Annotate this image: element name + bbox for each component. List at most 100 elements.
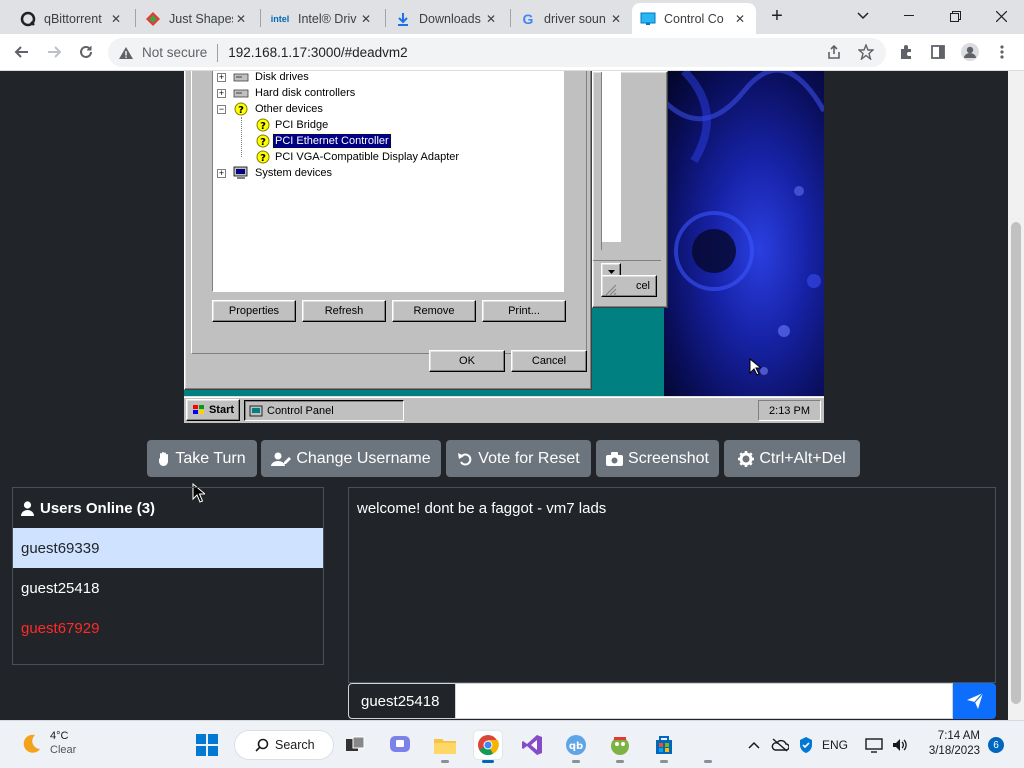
users-header: Users Online (3) [21, 488, 155, 528]
extensions-icon[interactable] [892, 38, 920, 66]
restore-button[interactable] [932, 0, 978, 32]
reload-button[interactable] [72, 38, 100, 66]
intel-icon: intel [270, 13, 290, 24]
tab-downloads[interactable]: Downloads ✕ [387, 3, 507, 34]
new-tab-button[interactable]: + [762, 0, 792, 32]
close-icon[interactable]: ✕ [233, 12, 249, 26]
tab-title: qBittorrent [44, 11, 102, 26]
print-button[interactable]: Print... [482, 300, 566, 322]
vm-screen[interactable]: cel + Disk drives + Hard disk controllers −?… [184, 71, 824, 423]
refresh-button[interactable]: Refresh [302, 300, 386, 322]
tab-strip: qBittorrent ✕ Just Shapes ✕ intel Intel®… [0, 0, 1024, 34]
forward-button[interactable] [40, 38, 68, 66]
control-panel-icon [249, 405, 263, 416]
change-username-button[interactable]: Change Username [261, 440, 441, 477]
microsoft-store-icon[interactable] [650, 731, 678, 763]
weather-widget[interactable]: 4°C Clear [20, 729, 76, 757]
close-icon[interactable]: ✕ [358, 12, 374, 26]
task-view-icon[interactable] [341, 731, 369, 759]
svg-text:?: ? [238, 105, 244, 116]
tree-item[interactable]: + Disk drives [213, 71, 553, 85]
cancel-button[interactable]: Cancel [511, 350, 587, 372]
ctrl-alt-del-button[interactable]: Ctrl+Alt+Del [724, 440, 860, 477]
tree-item[interactable]: + System devices [213, 165, 553, 181]
close-icon[interactable]: ✕ [732, 12, 748, 26]
display-icon[interactable] [862, 731, 886, 759]
remove-button[interactable]: Remove [392, 300, 476, 322]
ok-button[interactable]: OK [429, 350, 505, 372]
expand-icon[interactable]: + [217, 169, 226, 178]
tree-item[interactable]: ? PCI Ethernet Controller [213, 133, 553, 149]
onedrive-offline-icon[interactable] [768, 731, 792, 759]
take-turn-button[interactable]: Take Turn [147, 440, 257, 477]
profile-avatar-icon[interactable] [956, 38, 984, 66]
send-button[interactable] [953, 683, 996, 719]
monitor-icon [640, 11, 656, 27]
weather-condition: Clear [50, 744, 77, 756]
question-mark-icon: ? [233, 102, 249, 116]
teams-chat-icon[interactable] [386, 731, 414, 759]
browser-toolbar: Not secure 192.168.1.17:3000/#deadvm2 [0, 34, 1024, 71]
vote-reset-button[interactable]: Vote for Reset [446, 440, 591, 477]
scrollbar-thumb[interactable] [1011, 222, 1021, 704]
user-row[interactable]: guest25418 [13, 568, 323, 608]
close-icon[interactable]: ✕ [108, 12, 124, 26]
file-explorer-icon[interactable] [431, 731, 459, 763]
game-icon[interactable] [606, 731, 634, 763]
hand-icon [159, 451, 169, 466]
security-shield-icon[interactable] [794, 731, 818, 759]
tab-just-shapes[interactable]: Just Shapes ✕ [137, 3, 257, 34]
tree-item[interactable]: + Hard disk controllers [213, 85, 553, 101]
tab-intel[interactable]: intel Intel® Driv ✕ [262, 3, 382, 34]
volume-icon[interactable] [888, 731, 912, 759]
tree-item[interactable]: ? PCI Bridge [213, 117, 553, 133]
warning-icon [118, 46, 134, 60]
user-row[interactable]: guest69339 [13, 528, 323, 568]
close-icon[interactable]: ✕ [483, 12, 499, 26]
pinned-app-icon[interactable] [694, 731, 722, 763]
computer-icon [233, 166, 249, 180]
taskbar-search[interactable]: Search [234, 730, 334, 760]
disk-drive-icon [233, 71, 249, 84]
tree-item[interactable]: −? Other devices [213, 101, 553, 117]
take-turn-label: Take Turn [175, 449, 246, 467]
windows-start-icon[interactable] [193, 731, 221, 759]
google-icon: G [522, 10, 534, 27]
close-window-button[interactable] [978, 0, 1024, 32]
back-button[interactable] [8, 38, 36, 66]
chat-input[interactable] [456, 683, 953, 719]
notification-badge[interactable]: 6 [988, 737, 1004, 753]
vm-task-control-panel[interactable]: Control Panel [244, 400, 404, 421]
screenshot-button[interactable]: Screenshot [596, 440, 719, 477]
visual-studio-icon[interactable] [518, 731, 546, 759]
expand-icon[interactable]: + [217, 73, 226, 82]
qbittorrent-icon [20, 11, 36, 27]
chevron-up-icon[interactable] [742, 731, 766, 759]
properties-button[interactable]: Properties [212, 300, 296, 322]
collapse-icon[interactable]: − [217, 105, 226, 114]
share-icon[interactable] [820, 38, 848, 66]
user-row[interactable]: guest67929 [13, 608, 323, 648]
menu-kebab-icon[interactable] [988, 38, 1016, 66]
tree-item-label: PCI Bridge [275, 119, 329, 131]
tree-item[interactable]: ? PCI VGA-Compatible Display Adapter [213, 149, 553, 165]
device-tree[interactable]: + Disk drives + Hard disk controllers −? Othe… [212, 71, 564, 292]
svg-text:?: ? [260, 153, 266, 164]
unknown-device-icon: ? [255, 134, 271, 148]
tab-control-panel[interactable]: Control Co ✕ [632, 3, 756, 34]
close-icon[interactable]: ✕ [608, 12, 624, 26]
address-bar[interactable]: Not secure 192.168.1.17:3000/#deadvm2 [108, 38, 886, 67]
tab-qbittorrent[interactable]: qBittorrent ✕ [12, 3, 132, 34]
vm-start-button[interactable]: Start [186, 399, 240, 421]
tab-search-button[interactable] [840, 0, 886, 32]
tab-google-search[interactable]: G driver soun ✕ [512, 3, 632, 34]
bookmark-star-icon[interactable] [852, 38, 880, 66]
tab-title: driver soun [544, 11, 606, 26]
language-indicator[interactable]: ENG [822, 738, 848, 752]
chrome-icon[interactable] [474, 731, 502, 763]
qbittorrent-taskbar-icon[interactable]: qb [562, 731, 590, 763]
minimize-button[interactable] [886, 0, 932, 32]
system-clock[interactable]: 7:14 AM 3/18/2023 [920, 729, 980, 759]
side-panel-icon[interactable] [924, 38, 952, 66]
expand-icon[interactable]: + [217, 89, 226, 98]
